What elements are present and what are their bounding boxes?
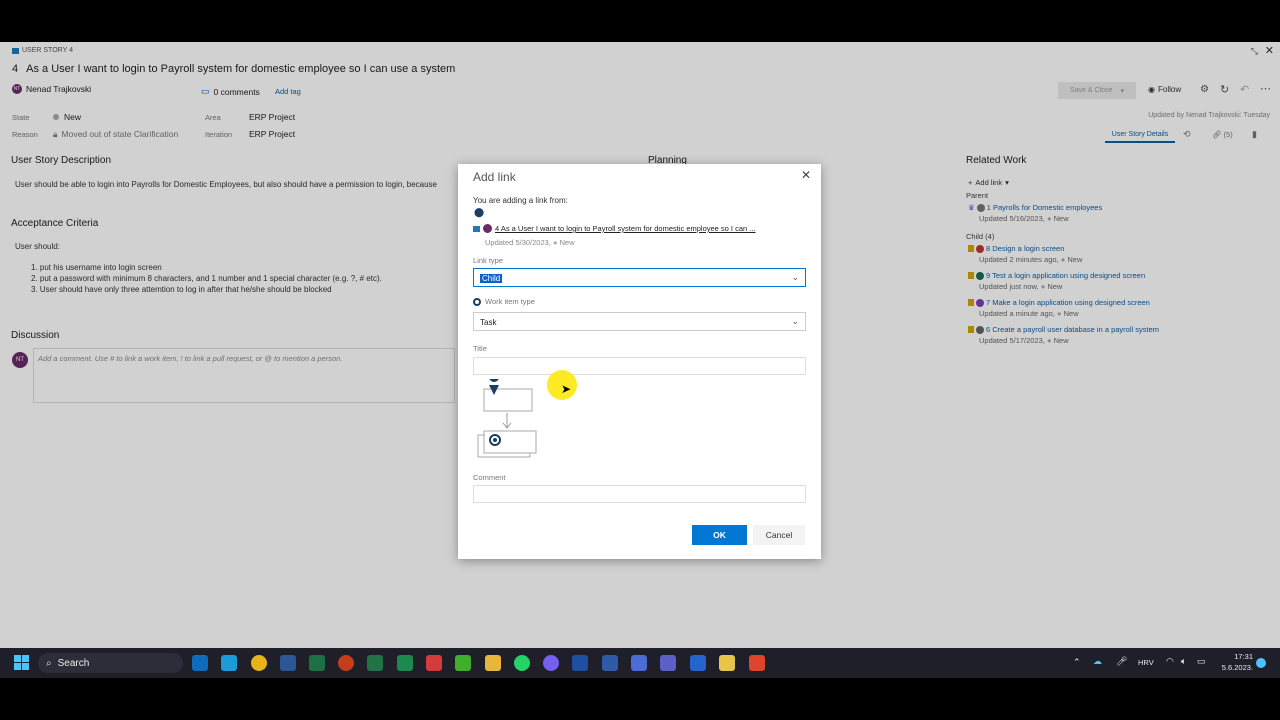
work-item-type-select[interactable]: Task ⌄ [473,312,806,331]
excel-icon[interactable] [309,655,325,671]
word-icon[interactable] [280,655,296,671]
file-explorer-icon[interactable] [485,655,501,671]
source-work-item[interactable]: 4 As a User I want to login to Payroll s… [473,224,756,233]
clock-date[interactable]: 5.6.2023. [1218,663,1253,672]
comment-input[interactable] [473,485,806,503]
microphone-icon[interactable]: 🎤︎ [1116,656,1127,667]
target-icon [473,297,481,306]
powerpoint-icon[interactable] [338,655,354,671]
comment-label: Comment [473,473,506,482]
onedrive-icon[interactable]: ☁ [1093,656,1102,667]
avatar [483,224,492,233]
app-icon[interactable] [749,655,765,671]
chevron-down-icon: ⌄ [791,316,799,326]
viber-icon[interactable] [543,655,559,671]
volume-icon[interactable]: 🔈︎ [1181,656,1186,667]
chevron-down-icon: ⌄ [791,272,799,282]
taskbar: ⌕ Search ⌃ ☁ 🎤︎ HRV ◠ 🔈︎ ▭ 17:31 5.6.202… [0,648,1280,678]
teams-icon[interactable] [660,655,676,671]
link-type-select[interactable]: Child ⌄ [473,268,806,287]
link-diagram-illustration [477,379,537,458]
dialog-title: Add link [473,170,516,184]
language-indicator[interactable]: HRV [1138,658,1154,667]
ok-button[interactable]: OK [692,525,747,545]
search-icon: ⌕ [46,657,52,669]
clock-time[interactable]: 17:31 [1227,652,1253,661]
app-icon[interactable] [397,655,413,671]
app-icon[interactable] [602,655,618,671]
edge-icon[interactable] [221,655,237,671]
user-story-icon [473,225,480,232]
todo-icon[interactable] [690,655,706,671]
mouse-cursor-icon: ➤ [561,382,572,396]
chevron-up-icon[interactable]: ⌃ [1073,657,1081,668]
cancel-button[interactable]: Cancel [753,525,805,545]
adding-from-label: You are adding a link from: [473,196,568,205]
title-label: Title [473,344,487,353]
add-link-dialog: Add link ✕ You are adding a link from: ⬤… [458,164,821,559]
outlook-icon[interactable] [192,655,208,671]
search-box[interactable]: ⌕ Search [38,653,183,673]
whatsapp-icon[interactable] [514,655,530,671]
work-item-type-label: Work item type [473,297,535,306]
battery-icon[interactable]: ▭ [1197,656,1206,667]
link-type-label: Link type [473,256,504,265]
project-icon[interactable] [367,655,383,671]
chrome-icon[interactable] [251,655,267,671]
wifi-icon[interactable]: ◠ [1166,656,1174,667]
title-input[interactable] [473,357,806,375]
app-icon[interactable] [426,655,442,671]
close-icon[interactable]: ✕ [801,168,811,182]
source-meta: Updated 5/30/2023, ● New [485,238,575,247]
app-icon[interactable] [719,655,735,671]
app-icon[interactable] [631,655,647,671]
app-icon[interactable] [455,655,471,671]
work-item-form: USER STORY 4 ⤡ ✕ 4 As a User I want to lo… [0,42,1280,648]
app-icon[interactable] [572,655,588,671]
location-pin-icon: ⬤ [474,207,485,217]
notification-icon[interactable] [1256,658,1266,668]
windows-start-icon[interactable] [14,655,29,670]
